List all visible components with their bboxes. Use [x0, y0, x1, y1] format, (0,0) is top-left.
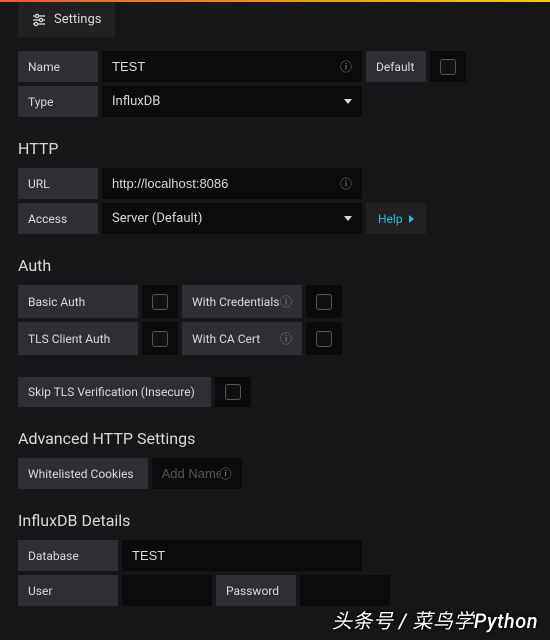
advanced-section: Advanced HTTP Settings Whitelisted Cooki…	[0, 429, 550, 489]
with-credentials-label: With Credentials ⓘ	[182, 285, 302, 318]
database-label: Database	[18, 540, 118, 571]
basic-section: Name ⓘ Default Type InfluxDB	[0, 51, 550, 117]
database-input[interactable]	[132, 540, 352, 571]
password-input-wrap[interactable]	[300, 575, 390, 606]
with-credentials-checkbox-wrap[interactable]	[306, 285, 342, 318]
tab-label: Settings	[54, 12, 101, 27]
user-label: User	[18, 575, 118, 606]
default-label: Default	[366, 51, 426, 82]
password-label: Password	[216, 575, 296, 606]
basic-auth-label: Basic Auth	[18, 285, 138, 318]
tls-client-auth-label: TLS Client Auth	[18, 322, 138, 355]
password-input[interactable]	[310, 575, 380, 606]
chevron-down-icon	[344, 99, 352, 104]
user-input-wrap[interactable]	[122, 575, 212, 606]
database-input-wrap[interactable]	[122, 540, 362, 571]
access-value: Server (Default)	[112, 211, 202, 226]
type-value: InfluxDB	[112, 94, 160, 109]
info-icon[interactable]: ⓘ	[340, 58, 352, 75]
help-label: Help	[378, 212, 403, 226]
tab-settings[interactable]: Settings	[18, 2, 115, 37]
info-icon[interactable]: ⓘ	[280, 330, 292, 347]
chevron-down-icon	[344, 216, 352, 221]
auth-title: Auth	[18, 256, 532, 275]
influx-title: InfluxDB Details	[18, 511, 532, 530]
default-checkbox-wrap[interactable]	[430, 51, 466, 82]
name-input[interactable]	[112, 51, 340, 82]
auth-section: Auth Basic Auth With Credentials ⓘ TLS C…	[0, 256, 550, 407]
with-ca-cert-label: With CA Cert ⓘ	[182, 322, 302, 355]
url-input-wrap[interactable]: ⓘ	[102, 168, 362, 199]
sliders-icon	[32, 13, 46, 27]
with-ca-cert-checkbox-wrap[interactable]	[306, 322, 342, 355]
basic-auth-checkbox[interactable]	[152, 294, 168, 310]
influx-section: InfluxDB Details Database User Password	[0, 511, 550, 606]
user-input[interactable]	[132, 575, 202, 606]
tls-client-auth-checkbox[interactable]	[152, 331, 168, 347]
url-input[interactable]	[112, 168, 340, 199]
http-title: HTTP	[18, 139, 532, 158]
whitelisted-input-wrap[interactable]: ⓘ	[152, 458, 242, 489]
tab-bar: Settings	[0, 0, 550, 37]
with-credentials-text: With Credentials	[192, 295, 279, 309]
access-label: Access	[18, 203, 98, 234]
skip-tls-checkbox-wrap[interactable]	[215, 377, 251, 407]
info-icon[interactable]: ⓘ	[280, 293, 292, 310]
with-ca-cert-checkbox[interactable]	[316, 331, 332, 347]
name-label: Name	[18, 51, 98, 82]
info-icon[interactable]: ⓘ	[220, 465, 232, 482]
basic-auth-checkbox-wrap[interactable]	[142, 285, 178, 318]
help-button[interactable]: Help	[366, 203, 426, 234]
http-section: HTTP URL ⓘ Access Server (Default) Help	[0, 139, 550, 234]
url-label: URL	[18, 168, 98, 199]
type-select[interactable]: InfluxDB	[102, 86, 362, 117]
watermark: 头条号 / 菜鸟学Python	[332, 605, 538, 634]
access-select[interactable]: Server (Default)	[102, 203, 362, 234]
type-label: Type	[18, 86, 98, 117]
whitelisted-label: Whitelisted Cookies	[18, 458, 148, 489]
with-credentials-checkbox[interactable]	[316, 294, 332, 310]
skip-tls-label: Skip TLS Verification (Insecure)	[18, 377, 211, 407]
chevron-right-icon	[409, 215, 414, 223]
with-ca-cert-text: With CA Cert	[192, 332, 260, 346]
default-checkbox[interactable]	[440, 59, 456, 75]
name-input-wrap[interactable]: ⓘ	[102, 51, 362, 82]
skip-tls-checkbox[interactable]	[225, 384, 241, 400]
whitelisted-input[interactable]	[162, 458, 220, 489]
advanced-title: Advanced HTTP Settings	[18, 429, 532, 448]
info-icon[interactable]: ⓘ	[340, 175, 352, 192]
tls-client-auth-checkbox-wrap[interactable]	[142, 322, 178, 355]
